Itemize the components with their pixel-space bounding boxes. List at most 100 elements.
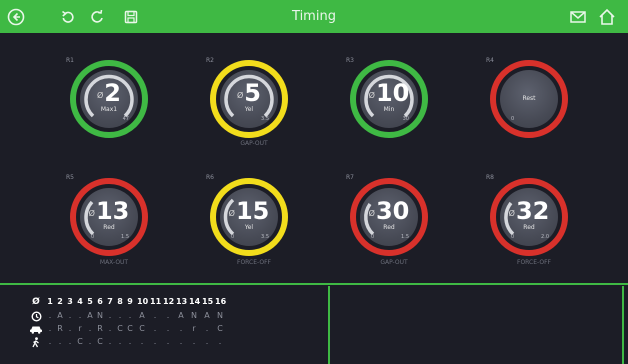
save-icon[interactable] [118,4,144,30]
phase-cell: A [57,311,63,320]
phase-cell: . [88,324,92,333]
phase-cell: N [191,311,197,320]
mail-icon[interactable] [565,4,591,30]
phase-cell: . [153,324,157,333]
ring-time-value: Ø15 [228,197,270,225]
ring-indicator: Ø5 Yel 3.5 [210,60,288,138]
ring-gauge-r6[interactable]: R6 Ø15 Yel 0 3.5 FORCE-OFF [204,168,294,280]
ring-gauge-r1[interactable]: R1 Ø2 Max1 47 [64,50,154,160]
ring-max-time: 47 [122,116,129,122]
ring-max-time: 30 [402,116,409,122]
phase-row-timer: . A . . A N . . . A . . A N A N [29,310,327,322]
phase-cell: . [78,311,82,320]
phase-header: 1 [47,297,53,306]
section-divider [0,283,628,285]
phase-cell: A [204,311,210,320]
phase-cell: . [88,337,92,346]
phase-header: 14 [189,297,201,306]
ring-gauge-r8[interactable]: R8 Ø32 Red 0 2.0 FORCE-OFF [484,168,574,280]
phase-cell: C [139,324,145,333]
phase-cell: . [108,311,112,320]
ring-status: Red [523,224,535,231]
phase-cell: C [127,324,133,333]
phase-cell: . [153,337,157,346]
ring-id: R1 [66,57,74,64]
ring-id: R6 [206,174,214,181]
phase-cell: . [205,337,209,346]
phase-cell: C [117,324,123,333]
ring-max-time: 1.5 [121,234,129,240]
phase-row-vehicle: . R . r . R . C C C . . . r . C [29,323,327,335]
ring-id: R4 [486,57,494,64]
ring-max-time: 3.5 [261,234,269,240]
phase-cell: . [128,311,132,320]
phase-row-pedestrian: . . . C . C . . . . . . . . . . [29,336,327,348]
phase-cell: N [97,311,103,320]
ring-time-value: Ø13 [88,197,130,225]
ring-termination-caption: FORCE-OFF [517,259,551,266]
car-icon [29,323,43,335]
refresh-icon[interactable] [84,4,110,30]
phase-cell: . [179,324,183,333]
phase-cell: . [108,337,112,346]
ring-indicator: Ø15 Yel 0 3.5 [210,178,288,256]
ring-gauge-r2[interactable]: R2 Ø5 Yel 3.5 GAP-OUT [204,50,294,170]
phase-cell: . [153,311,157,320]
phase-header: 5 [87,297,93,306]
ring-dial: Ø30 Red 0 1.5 [360,188,418,246]
ring-time-value: Ø30 [368,197,410,225]
ring-indicator: Ø2 Max1 47 [70,60,148,138]
phase-header: 8 [117,297,123,306]
detail-panel [330,286,622,364]
ring-termination-caption: GAP-OUT [240,140,268,147]
ring-id: R3 [346,57,354,64]
ring-gauge-r4[interactable]: R4 Rest 0 [484,50,574,160]
phase-cell: A [178,311,184,320]
ring-dial: Ø5 Yel 3.5 [220,70,278,128]
ring-max-time: 3.5 [261,116,269,122]
ring-dial: Ø10 Min 30 [360,70,418,128]
ring-gauge-r5[interactable]: R5 Ø13 Red 0 1.5 MAX-OUT [64,168,154,280]
phase-cell: R [97,324,103,333]
phase-cell: . [218,337,222,346]
ring-dial: Ø2 Max1 47 [80,70,138,128]
ring-time-value: Ø2 [97,79,121,107]
back-icon[interactable] [3,4,29,30]
clock-icon [29,310,43,322]
ring-dial: Ø32 Red 0 2.0 [500,188,558,246]
ring-status: Yel [244,224,254,231]
phase-cell: . [128,337,132,346]
ring-indicator: Ø32 Red 0 2.0 [490,178,568,256]
phase-cell: . [58,337,62,346]
phase-cell: . [166,311,170,320]
phase-header: 4 [77,297,83,306]
ring-indicator: Ø30 Red 0 1.5 [350,178,428,256]
phase-cell: . [68,311,72,320]
phase-header: 9 [127,297,133,306]
phase-header: 6 [97,297,103,306]
ring-gauges: R1 Ø2 Max1 47 R2 Ø5 Yel 3.5 GAP-OUT R3 Ø… [0,33,628,283]
ring-gauge-r7[interactable]: R7 Ø30 Red 0 1.5 GAP-OUT [344,168,434,280]
phase-cell: . [192,337,196,346]
phase-cell: . [48,311,52,320]
undo-icon[interactable] [55,4,81,30]
ring-dial: Ø15 Yel 0 3.5 [220,188,278,246]
phase-cell: . [48,337,52,346]
phase-cell: N [217,311,223,320]
ring-termination-caption: FORCE-OFF [237,259,271,266]
phase-cell: C [77,337,83,346]
ring-max-time: 1.5 [401,234,409,240]
ring-gauge-r3[interactable]: R3 Ø10 Min 30 [344,50,434,160]
ring-indicator: Ø13 Red 0 1.5 [70,178,148,256]
phase-cell: . [48,324,52,333]
ring-min-time: 0 [511,234,515,240]
ring-time-value: Ø10 [368,79,410,107]
top-bar: Timing [0,0,628,33]
phase-header: 15 [202,297,214,306]
ring-dial: Rest 0 [500,70,558,128]
home-icon[interactable] [594,4,620,30]
phase-cell: . [108,324,112,333]
phase-cell: C [217,324,223,333]
ring-min-time: 0 [371,234,375,240]
phase-header: Ø [32,297,40,307]
